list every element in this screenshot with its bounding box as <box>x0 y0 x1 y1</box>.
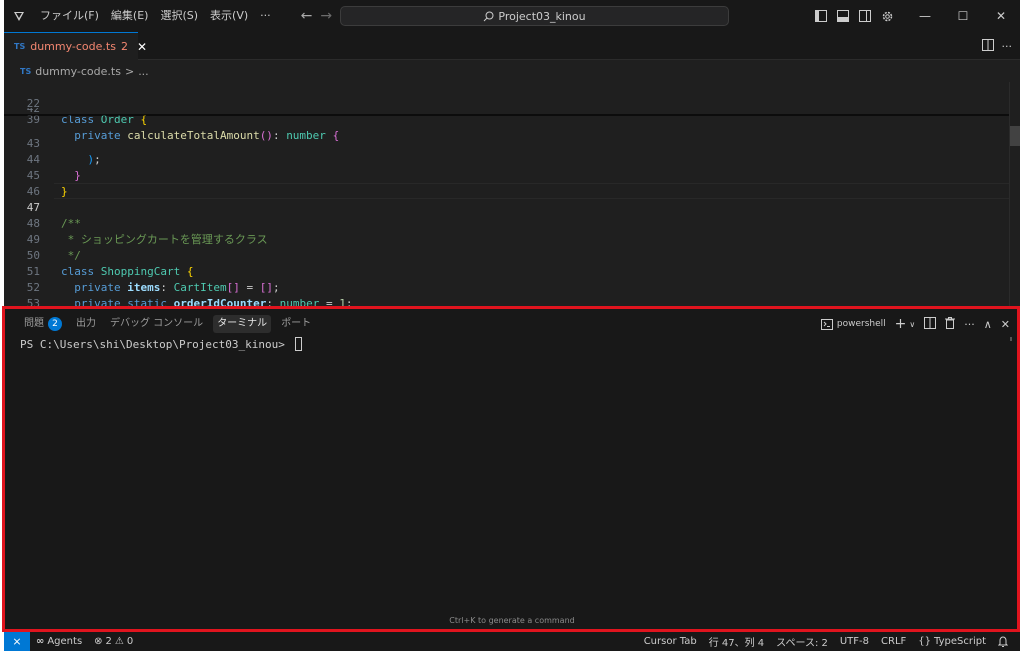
toggle-primary-sidebar-icon[interactable] <box>810 0 832 32</box>
indentation-status[interactable]: スペース: 2 <box>770 634 834 649</box>
title-bar-actions: — ☐ ✕ <box>810 0 1020 32</box>
tab-actions: ··· <box>981 32 1013 60</box>
app-logo-icon <box>4 0 34 32</box>
forward-arrow-icon[interactable]: → <box>316 8 336 24</box>
code-line: 44 } <box>26 153 81 182</box>
cursor-tab-status[interactable]: Cursor Tab <box>638 636 703 647</box>
typescript-file-icon: TS <box>20 66 32 76</box>
breadcrumb-file[interactable]: dummy-code.ts <box>35 65 121 78</box>
typescript-file-icon: TS <box>14 42 26 51</box>
code-editor[interactable]: 22 class Order { 39 private calculateTot… <box>4 82 1020 306</box>
breadcrumb: TS dummy-code.ts > ... <box>4 60 1020 82</box>
more-actions-icon[interactable]: ··· <box>964 318 975 331</box>
terminal-shell-selector[interactable]: powershell <box>820 318 886 330</box>
problems-count-badge: 2 <box>48 317 62 331</box>
editor-scrollbar[interactable] <box>1009 82 1020 306</box>
panel-actions: powershell + ∨ ··· ∧ ✕ <box>820 314 1010 334</box>
settings-gear-icon[interactable] <box>876 0 898 32</box>
menu-edit[interactable]: 編集(E) <box>105 0 155 32</box>
kill-terminal-trash-icon[interactable] <box>945 316 956 332</box>
chevron-down-icon[interactable]: ∨ <box>909 320 915 329</box>
more-actions-icon[interactable]: ··· <box>1002 40 1013 53</box>
new-terminal-plus-icon[interactable]: + <box>895 316 907 332</box>
menu-more[interactable]: ··· <box>254 0 277 32</box>
code-line: 43 ); <box>26 137 101 166</box>
code-line: 53 <box>26 297 40 306</box>
status-bar: ⨯ ∞ Agents ⊗ 2 ⚠ 0 Cursor Tab 行 47、列 4 ス… <box>4 630 1020 651</box>
minimize-icon[interactable]: — <box>906 0 944 32</box>
terminal-prompt: PS C:\Users\shi\Desktop\Project03_kinou> <box>20 337 292 351</box>
search-label: Project03_kinou <box>498 9 586 23</box>
breadcrumb-more[interactable]: ... <box>138 65 149 78</box>
code-line: 22 class Order { <box>26 97 148 126</box>
code-line: 54 /** <box>4 296 1009 306</box>
editor-scroll-thumb[interactable] <box>1010 126 1020 146</box>
toggle-secondary-sidebar-icon[interactable] <box>854 0 876 32</box>
code-line: 42 <box>26 108 40 115</box>
warning-icon: ⚠ <box>114 635 124 647</box>
editor-window: ファイル(F) 編集(E) 選択(S) 表示(V) ··· ← → Projec… <box>4 0 1020 651</box>
terminal-panel: 問題 2 出力 デバッグ コンソール ターミナル ポート powershell … <box>4 306 1020 630</box>
terminal-scrollbar[interactable] <box>1010 337 1012 341</box>
agents-status[interactable]: ∞ Agents <box>30 636 88 647</box>
code-line: 50 class ShoppingCart { <box>26 249 194 278</box>
code-line: 52 private static orderIdCounter: number… <box>26 281 353 306</box>
toggle-panel-icon[interactable] <box>832 0 854 32</box>
code-line: 51 private items: CartItem[] = []; <box>26 265 280 294</box>
back-arrow-icon[interactable]: ← <box>297 8 317 24</box>
terminal-icon <box>820 318 833 330</box>
tab-problems[interactable]: 問題 2 <box>20 315 66 333</box>
title-bar: ファイル(F) 編集(E) 選択(S) 表示(V) ··· ← → Projec… <box>4 0 1020 32</box>
maximize-panel-icon[interactable]: ∧ <box>984 318 992 331</box>
close-tab-icon[interactable]: ✕ <box>137 40 147 54</box>
close-panel-icon[interactable]: ✕ <box>1001 318 1010 331</box>
cursor-position[interactable]: 行 47、列 4 <box>703 634 770 649</box>
tab-output[interactable]: 出力 <box>72 315 100 333</box>
tab-terminal[interactable]: ターミナル <box>213 315 272 333</box>
remote-indicator-icon[interactable]: ⨯ <box>4 630 30 651</box>
tab-debug-console[interactable]: デバッグ コンソール <box>106 315 207 333</box>
braces-icon: {} <box>918 636 932 647</box>
menu-selection[interactable]: 選択(S) <box>154 0 204 32</box>
terminal-prompt-line[interactable]: PS C:\Users\shi\Desktop\Project03_kinou> <box>20 337 302 351</box>
command-center-search[interactable]: Project03_kinou <box>340 6 729 26</box>
status-bar-right: Cursor Tab 行 47、列 4 スペース: 2 UTF-8 CRLF {… <box>638 631 1014 651</box>
encoding-status[interactable]: UTF-8 <box>834 636 875 647</box>
editor-tab-bar: TS dummy-code.ts 2 ✕ ··· <box>4 32 1020 60</box>
maximize-icon[interactable]: ☐ <box>944 0 982 32</box>
tab-ports[interactable]: ポート <box>277 315 315 333</box>
menu-view[interactable]: 表示(V) <box>204 0 254 32</box>
language-mode[interactable]: {} TypeScript <box>912 636 992 647</box>
tab-problem-count: 2 <box>120 40 128 53</box>
tab-dummy-code[interactable]: TS dummy-code.ts 2 ✕ <box>4 32 147 60</box>
split-editor-icon[interactable] <box>981 38 994 54</box>
tab-filename: dummy-code.ts <box>30 40 116 53</box>
panel-tabs: 問題 2 出力 デバッグ コンソール ターミナル ポート <box>20 315 315 333</box>
error-icon: ⊗ <box>94 635 103 647</box>
problems-status[interactable]: ⊗ 2 ⚠ 0 <box>88 636 139 647</box>
terminal-cursor <box>294 337 302 351</box>
code-line: 49 */ <box>26 233 81 262</box>
breadcrumb-separator: > <box>124 64 135 78</box>
split-terminal-icon[interactable] <box>924 316 937 332</box>
eol-status[interactable]: CRLF <box>875 636 912 647</box>
infinity-icon: ∞ <box>36 635 45 647</box>
code-line: 46 <box>26 185 40 198</box>
code-line: 48 * ショッピングカートを管理するクラス <box>26 217 268 246</box>
code-line-active: 47 /** <box>26 201 81 230</box>
code-line: 45 } <box>26 169 68 198</box>
notifications-bell-icon[interactable] <box>992 636 1014 647</box>
menu-file[interactable]: ファイル(F) <box>34 0 105 32</box>
search-icon <box>484 11 494 21</box>
close-window-icon[interactable]: ✕ <box>982 0 1020 32</box>
terminal-hint: Ctrl+K to generate a command <box>449 616 575 625</box>
